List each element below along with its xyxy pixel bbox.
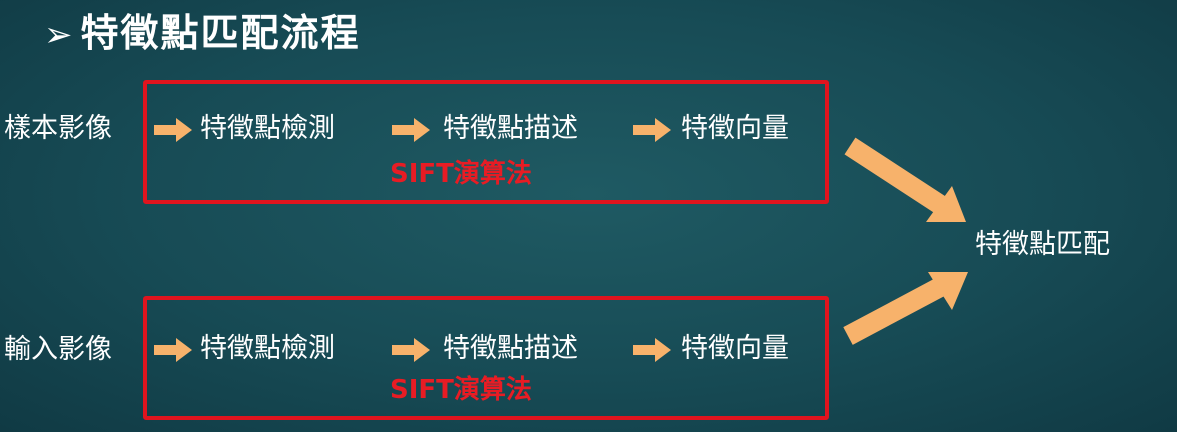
output-label: 特徵點匹配 [975, 229, 1110, 260]
merge-arrow-top-icon [844, 137, 966, 222]
merge-arrows [843, 137, 968, 345]
merge-arrow-bottom-icon [843, 272, 968, 345]
